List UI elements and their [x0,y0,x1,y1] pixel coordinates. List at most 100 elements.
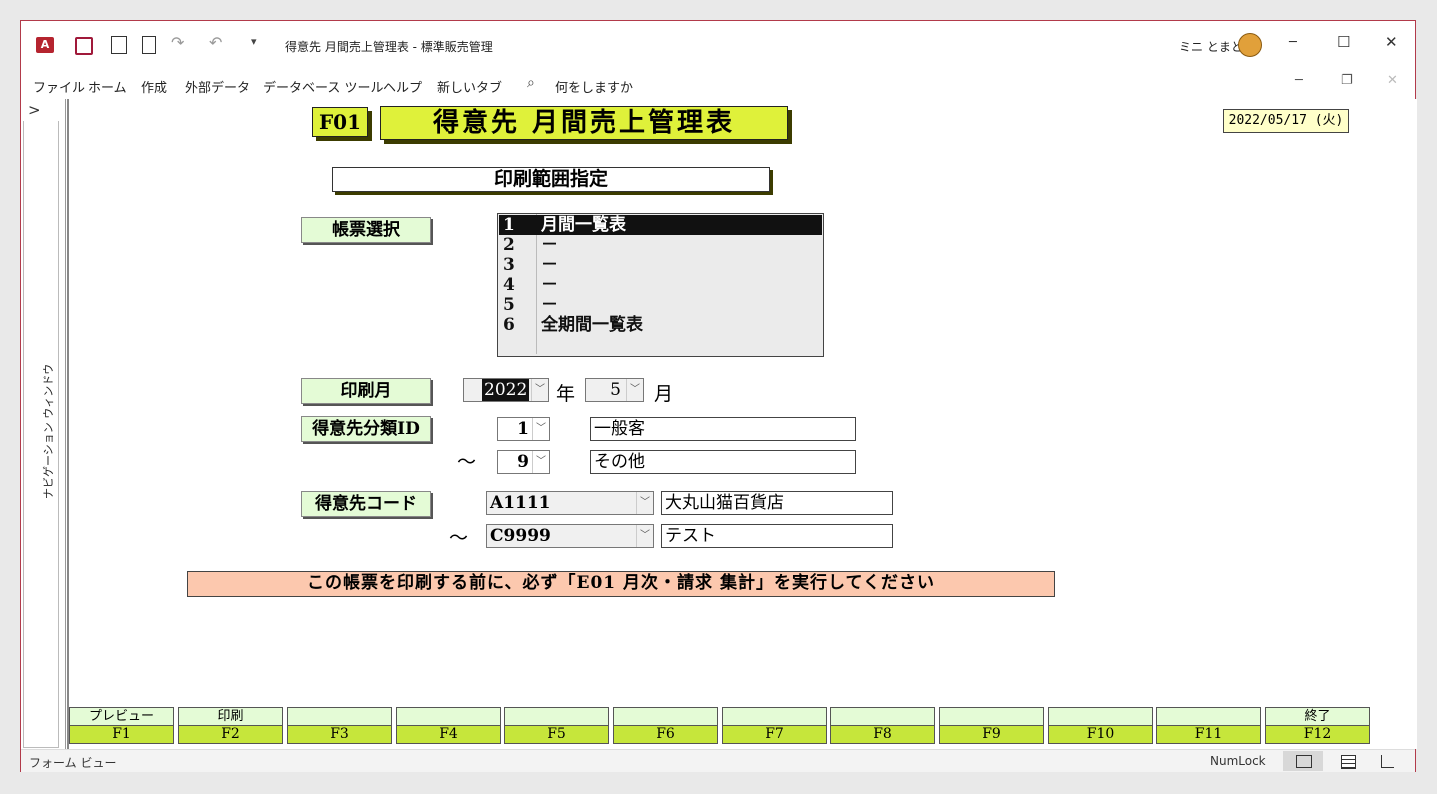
function-key-name: F10 [1048,725,1153,744]
nav-expand-button[interactable]: > [28,101,41,119]
function-key-label [504,707,609,726]
form-view-icon[interactable] [111,36,127,54]
category-to-combo[interactable]: 9 ﹀ [497,450,550,474]
function-key-f12[interactable]: 終了 F12 [1265,707,1370,744]
report-select-label: 帳票選択 [301,217,431,243]
category-to-name: その他 [590,450,856,474]
month-combo[interactable]: 5 ﹀ [585,378,644,402]
access-logo-icon: A [36,37,54,53]
save-icon[interactable] [75,37,93,55]
list-item[interactable]: 3 － [499,255,822,275]
function-key-f1[interactable]: プレビュー F1 [69,707,174,744]
search-icon[interactable]: ⌕ [527,75,535,91]
function-key-name: F6 [613,725,718,744]
print-month-label: 印刷月 [301,378,431,404]
doc-minimize-button[interactable]: ─ [1295,73,1303,88]
function-key-name: F7 [722,725,827,744]
customer-to-name: テスト [661,524,893,548]
list-item-number: 2 [503,235,515,255]
function-key-name: F3 [287,725,392,744]
category-from-name: 一般客 [590,417,856,441]
chevron-down-icon[interactable]: ﹀ [636,525,653,547]
chevron-down-icon[interactable]: ﹀ [532,451,549,473]
list-item[interactable]: 5 － [499,295,822,315]
customer-code-label: 得意先コード [301,491,431,517]
function-key-label [722,707,827,726]
customer-to-value: C9999 [490,526,551,546]
customize-toolbar-icon[interactable]: ▾ [251,35,257,48]
minimize-button[interactable]: ─ [1289,35,1297,50]
function-key-name: F8 [830,725,935,744]
tab-new[interactable]: 新しいタブ [437,77,502,96]
function-key-f5[interactable]: F5 [504,707,609,744]
function-key-f4[interactable]: F4 [396,707,501,744]
function-key-name: F9 [939,725,1044,744]
avatar[interactable] [1238,33,1262,57]
tab-database-tools[interactable]: データベース ツール [263,77,383,96]
datasheet-view-button[interactable] [1333,751,1363,771]
function-key-name: F1 [69,725,174,744]
maximize-button[interactable]: ☐ [1337,33,1350,51]
chevron-down-icon[interactable]: ﹀ [531,379,548,401]
list-item-text: － [541,235,558,255]
chevron-down-icon[interactable]: ﹀ [636,492,653,514]
function-key-f6[interactable]: F6 [613,707,718,744]
month-value: 5 [610,380,621,400]
list-item-text: 全期間一覧表 [541,315,643,335]
tab-home[interactable]: ホーム [88,77,127,96]
function-key-f7[interactable]: F7 [722,707,827,744]
list-item[interactable]: 6 全期間一覧表 [499,315,822,335]
list-item-text: － [541,295,558,315]
search-input[interactable]: 何をしますか [555,77,633,96]
customer-from-value: A1111 [490,493,551,513]
year-value: 2022 [482,379,530,401]
tab-create[interactable]: 作成 [141,77,167,96]
ribbon: ファイル ホーム 作成 外部データ データベース ツール ヘルプ 新しいタブ ⌕… [21,69,1415,99]
tab-help[interactable]: ヘルプ [383,77,422,96]
close-button[interactable]: ✕ [1385,33,1398,51]
function-key-f9[interactable]: F9 [939,707,1044,744]
category-from-combo[interactable]: 1 ﹀ [497,417,550,441]
function-key-name: F11 [1156,725,1261,744]
list-item-number: 5 [503,295,515,315]
customer-tilde: ～ [449,527,469,549]
function-key-label [939,707,1044,726]
doc-close-button[interactable]: ✕ [1387,73,1398,88]
design-view-button[interactable] [1373,751,1403,771]
function-key-f10[interactable]: F10 [1048,707,1153,744]
doc-restore-button[interactable]: ❐ [1341,73,1353,88]
form-view-button[interactable] [1283,751,1323,771]
customer-to-combo[interactable]: C9999 ﹀ [486,524,654,548]
form-area: F01 得意先 月間売上管理表 2022/05/17 (火) 印刷範囲指定 帳票… [67,99,1417,749]
list-item[interactable]: 1 月間一覧表 [499,215,822,235]
tab-external-data[interactable]: 外部データ [185,77,250,96]
status-view-name: フォーム ビュー [29,756,117,770]
function-key-label [613,707,718,726]
date-display: 2022/05/17 (火) [1223,109,1349,133]
status-numlock: NumLock [1210,754,1266,768]
tab-file[interactable]: ファイル [33,77,85,96]
chevron-down-icon[interactable]: ﹀ [532,418,549,440]
function-key-f8[interactable]: F8 [830,707,935,744]
window-title: 得意先 月間売上管理表 - 標準販売管理 [285,40,493,54]
function-key-f11[interactable]: F11 [1156,707,1261,744]
customer-from-combo[interactable]: A1111 ﹀ [486,491,654,515]
redo-icon[interactable]: ↷ [171,33,184,52]
function-key-f3[interactable]: F3 [287,707,392,744]
category-label: 得意先分類ID [301,416,431,442]
function-key-f2[interactable]: 印刷 F2 [178,707,283,744]
chevron-down-icon[interactable]: ﹀ [626,379,643,401]
list-item[interactable]: 4 － [499,275,822,295]
list-item[interactable]: 2 － [499,235,822,255]
undo-icon[interactable]: ↶ [209,33,222,52]
year-combo[interactable]: 2022 ﹀ [463,378,549,402]
list-item-number: 1 [503,215,515,235]
print-preview-icon[interactable] [142,36,156,54]
report-listbox[interactable]: 1 月間一覧表 2 － 3 － 4 － 5 － 6 全期間一覧表 [497,213,824,357]
list-item-number: 6 [503,315,515,335]
navigation-pane[interactable]: > ナビゲーション ウィンドウ [21,99,66,749]
function-key-label: 印刷 [178,707,283,726]
function-key-label: 終了 [1265,707,1370,726]
title-bar: A ↷ ↶ ▾ 得意先 月間売上管理表 - 標準販売管理 ミニ とまと ─ ☐ … [21,21,1415,69]
function-key-name: F2 [178,725,283,744]
